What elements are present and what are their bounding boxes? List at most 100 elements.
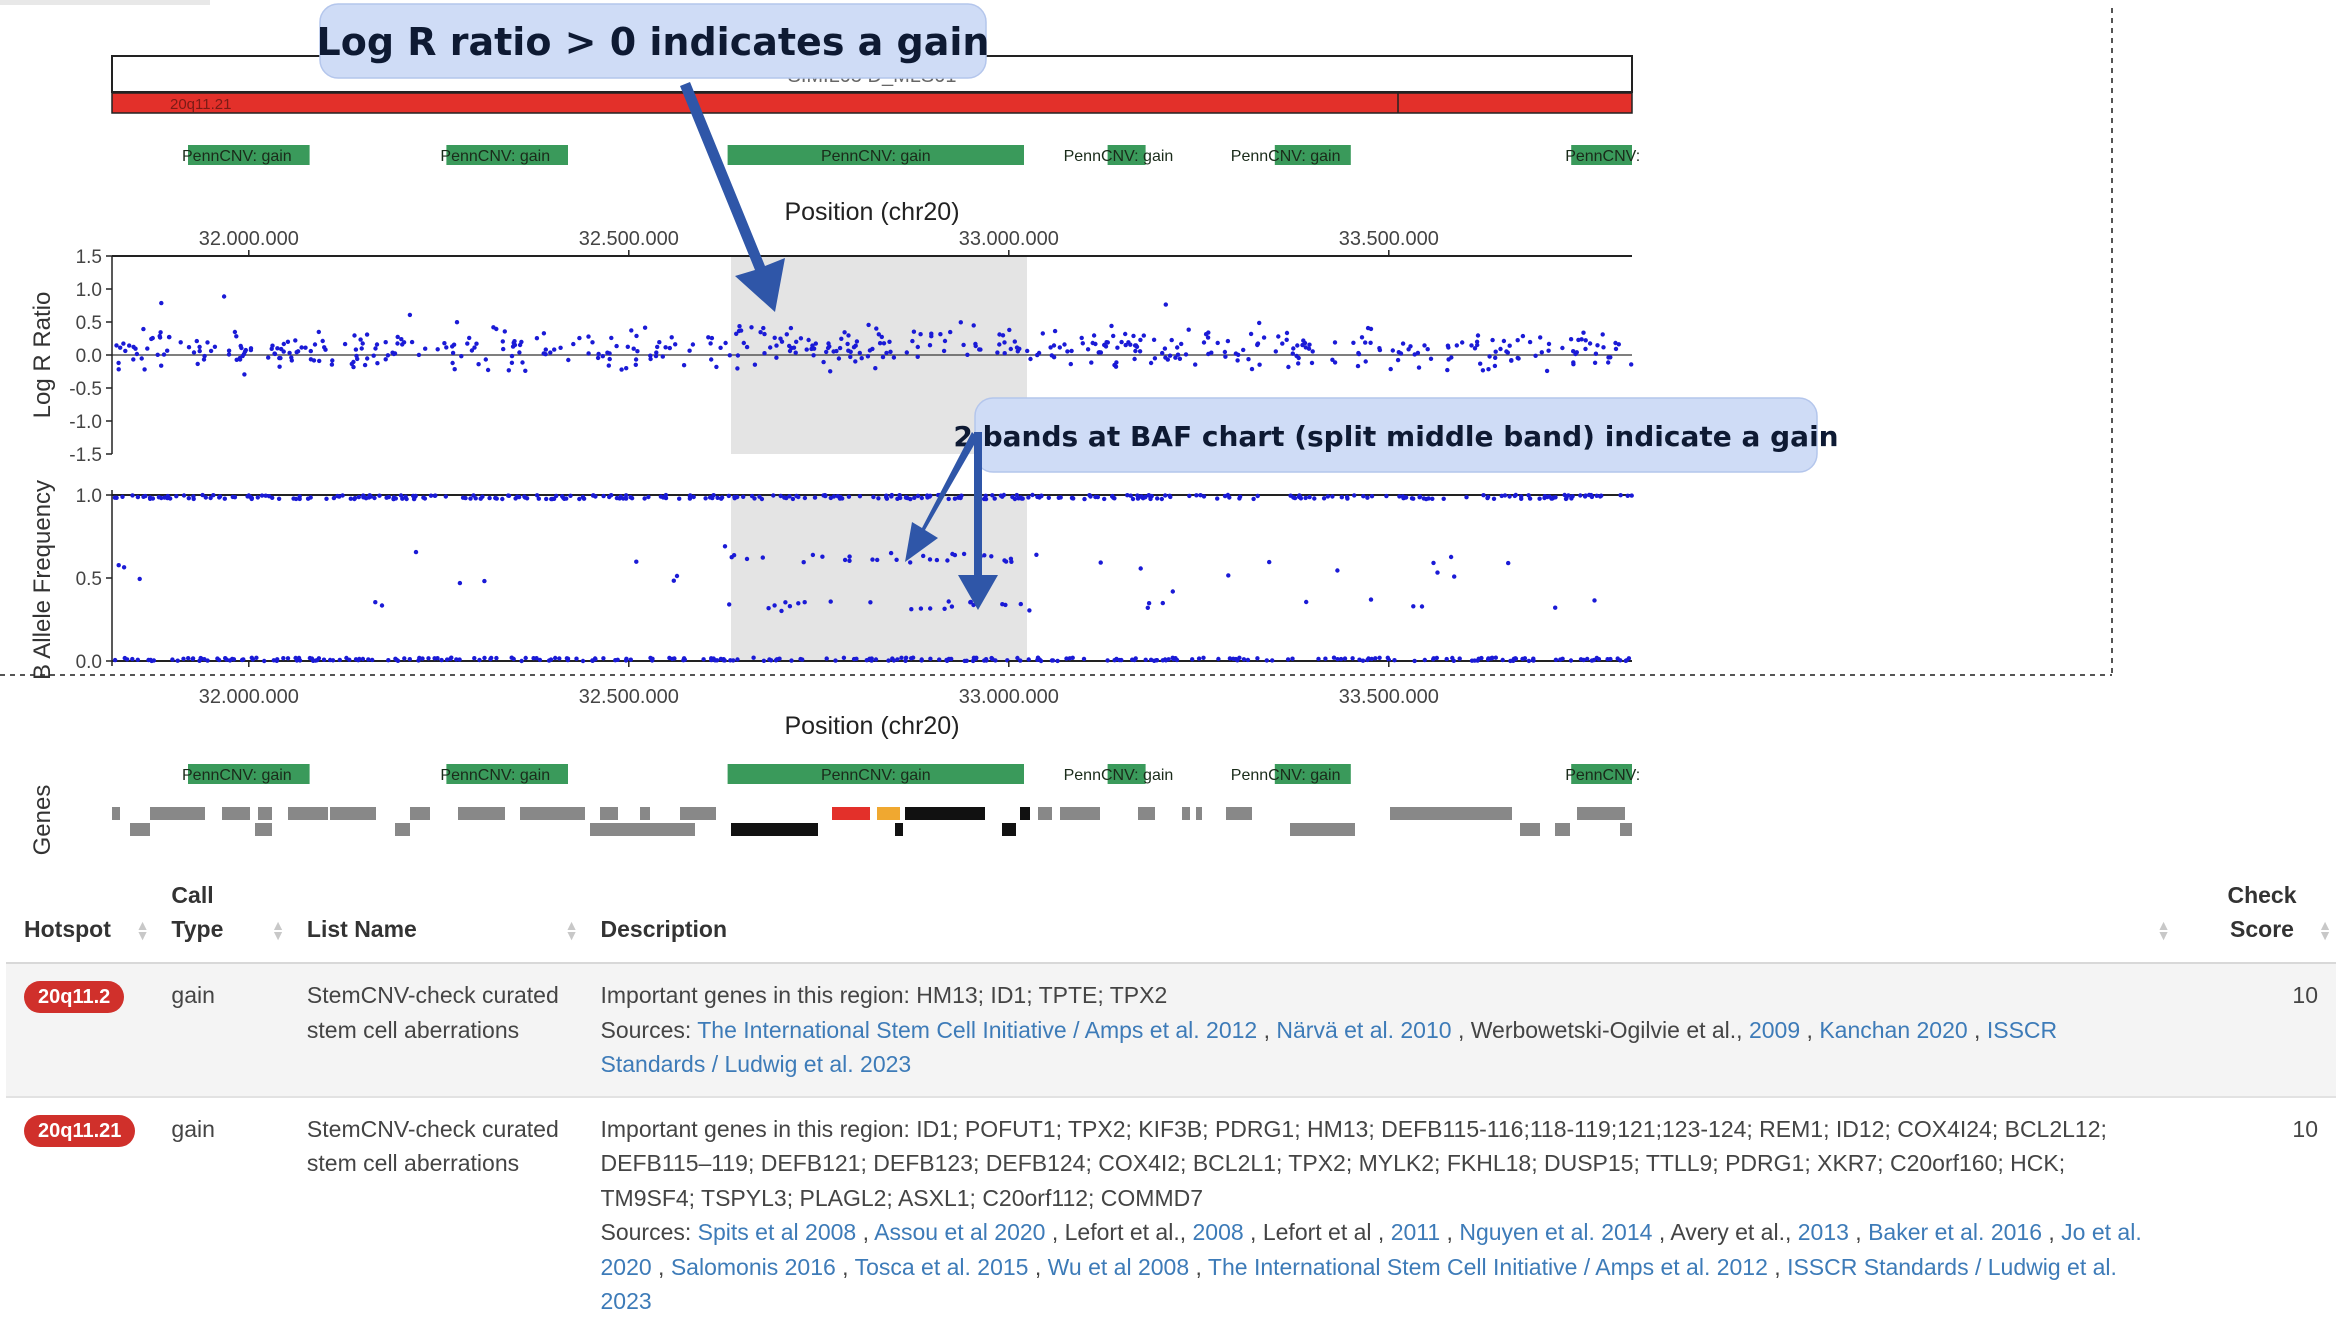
lrr-point <box>633 357 639 362</box>
source-link[interactable]: 2013 <box>1798 1219 1849 1245</box>
baf-point <box>255 495 260 500</box>
baf-point <box>224 657 229 662</box>
col-hotspot[interactable]: Hotspot ▲ ▼ <box>6 870 154 964</box>
lrr-point <box>1201 340 1207 345</box>
hotspot-badge[interactable]: 20q11.21 <box>24 1114 136 1147</box>
source-separator: , Lefort et al , <box>1243 1219 1391 1245</box>
description-cell: Important genes in this region: ID1; POF… <box>582 1096 2175 1333</box>
source-link[interactable]: 2008 <box>1193 1219 1244 1245</box>
lrr-point <box>558 345 563 350</box>
lrr-point <box>352 333 357 338</box>
lrr-point <box>450 344 455 349</box>
baf-point <box>1026 495 1031 500</box>
cnv-call-label: PennCNV: gain <box>440 148 550 165</box>
lrr-point <box>1286 364 1291 370</box>
lrr-point <box>1000 333 1006 338</box>
cnv-call-label: PennCNV: gain <box>182 148 292 165</box>
hotspot-cell: 20q11.21 <box>6 1096 154 1333</box>
baf-point <box>591 493 596 498</box>
lrr-point <box>375 361 380 366</box>
lrr-point <box>248 347 254 353</box>
lrr-point <box>1236 352 1241 357</box>
lrr-point <box>444 345 449 350</box>
baf-point <box>802 600 807 605</box>
table-row[interactable]: 20q11.2 gain StemCNV-check curated stem … <box>6 963 2336 1098</box>
baf-point <box>609 493 614 498</box>
lrr-point <box>1487 354 1492 359</box>
source-link[interactable]: Närvä et al. 2010 <box>1276 1017 1451 1043</box>
lrr-point <box>1137 349 1143 354</box>
baf-point <box>421 495 426 500</box>
baf-point <box>181 656 186 661</box>
lrr-point <box>423 346 428 351</box>
baf-point <box>1594 655 1600 661</box>
source-link[interactable]: The International Stem Cell Initiative /… <box>697 1017 1257 1043</box>
baf-point <box>1481 493 1486 498</box>
baf-point <box>1526 658 1532 664</box>
lrr-point <box>1469 343 1474 348</box>
baf-point <box>509 655 514 660</box>
baf-point <box>964 658 969 663</box>
cnv-call-label: PennCNV: gain <box>1231 148 1341 165</box>
lrr-point <box>416 352 422 358</box>
baf-point <box>112 657 118 663</box>
gene-block <box>410 807 430 820</box>
col-call-type[interactable]: Call Type ▲ ▼ <box>153 870 289 964</box>
source-link[interactable]: Nguyen et al. 2014 <box>1459 1219 1652 1245</box>
source-link[interactable]: Tosca et al. 2015 <box>855 1254 1029 1280</box>
lrr-point <box>1595 343 1600 348</box>
source-link[interactable]: Kanchan 2020 <box>1819 1017 1967 1043</box>
source-link[interactable]: The International Stem Cell Initiative /… <box>1208 1254 1768 1280</box>
baf-point <box>426 656 431 661</box>
sort-icon[interactable]: ▲ ▼ <box>271 918 285 942</box>
lrr-point <box>690 342 696 347</box>
lrr-point <box>660 354 665 359</box>
baf-point <box>519 658 524 664</box>
sort-icon[interactable]: ▲ ▼ <box>2318 918 2332 942</box>
source-link[interactable]: Salomonis 2016 <box>671 1254 836 1280</box>
sort-icon[interactable]: ▲ ▼ <box>136 918 150 942</box>
lrr-point <box>788 325 794 331</box>
lrr-point <box>312 342 318 347</box>
lrr-point <box>1080 341 1086 346</box>
lrr-point <box>142 367 147 372</box>
source-link[interactable]: Wu et al 2008 <box>1048 1254 1190 1280</box>
table-row[interactable]: 20q11.21 gain StemCNV-check curated stem… <box>6 1096 2336 1333</box>
baf-point <box>168 496 173 501</box>
x-tick-label: 33.500.000 <box>1339 686 1439 708</box>
lrr-point <box>1359 335 1365 340</box>
baf-point <box>1235 658 1240 663</box>
sort-icon[interactable]: ▲ ▼ <box>565 918 579 942</box>
source-link[interactable]: Baker et al. 2016 <box>1868 1219 2042 1245</box>
source-link[interactable]: Assou et al 2020 <box>874 1219 1045 1245</box>
baf-point <box>871 494 876 500</box>
source-link[interactable]: Spits et al 2008 <box>698 1219 857 1245</box>
lrr-point <box>1454 343 1460 348</box>
baf-point <box>1026 657 1031 662</box>
baf-point <box>1267 559 1272 565</box>
lrr-point <box>1445 343 1451 348</box>
source-link[interactable]: 2009 <box>1749 1017 1800 1043</box>
baf-point <box>217 495 222 500</box>
lrr-point <box>208 348 214 354</box>
baf-point <box>493 495 498 501</box>
col-list-name[interactable]: List Name ▲ ▼ <box>288 870 583 964</box>
baf-point <box>912 495 917 500</box>
lrr-point <box>929 334 934 339</box>
baf-point <box>1508 658 1513 664</box>
baf-point <box>1411 604 1416 609</box>
source-link[interactable]: 2011 <box>1391 1219 1440 1245</box>
lrr-point <box>395 334 400 340</box>
lrr-point <box>272 351 278 357</box>
sort-icon[interactable]: ▲ ▼ <box>2157 918 2171 942</box>
col-check-score[interactable]: Check Score ▲ ▼ <box>2174 870 2336 964</box>
baf-point <box>1255 656 1260 661</box>
hotspot-badge[interactable]: 20q11.2 <box>24 981 125 1013</box>
baf-point <box>1625 493 1630 498</box>
baf-point <box>482 578 487 584</box>
lrr-point <box>293 338 298 343</box>
lrr-point <box>1388 366 1393 372</box>
cnv-call-label: PennCNV: gain <box>821 767 931 784</box>
lrr-point <box>772 335 777 340</box>
col-description[interactable]: Description ▲ ▼ <box>582 870 2175 964</box>
